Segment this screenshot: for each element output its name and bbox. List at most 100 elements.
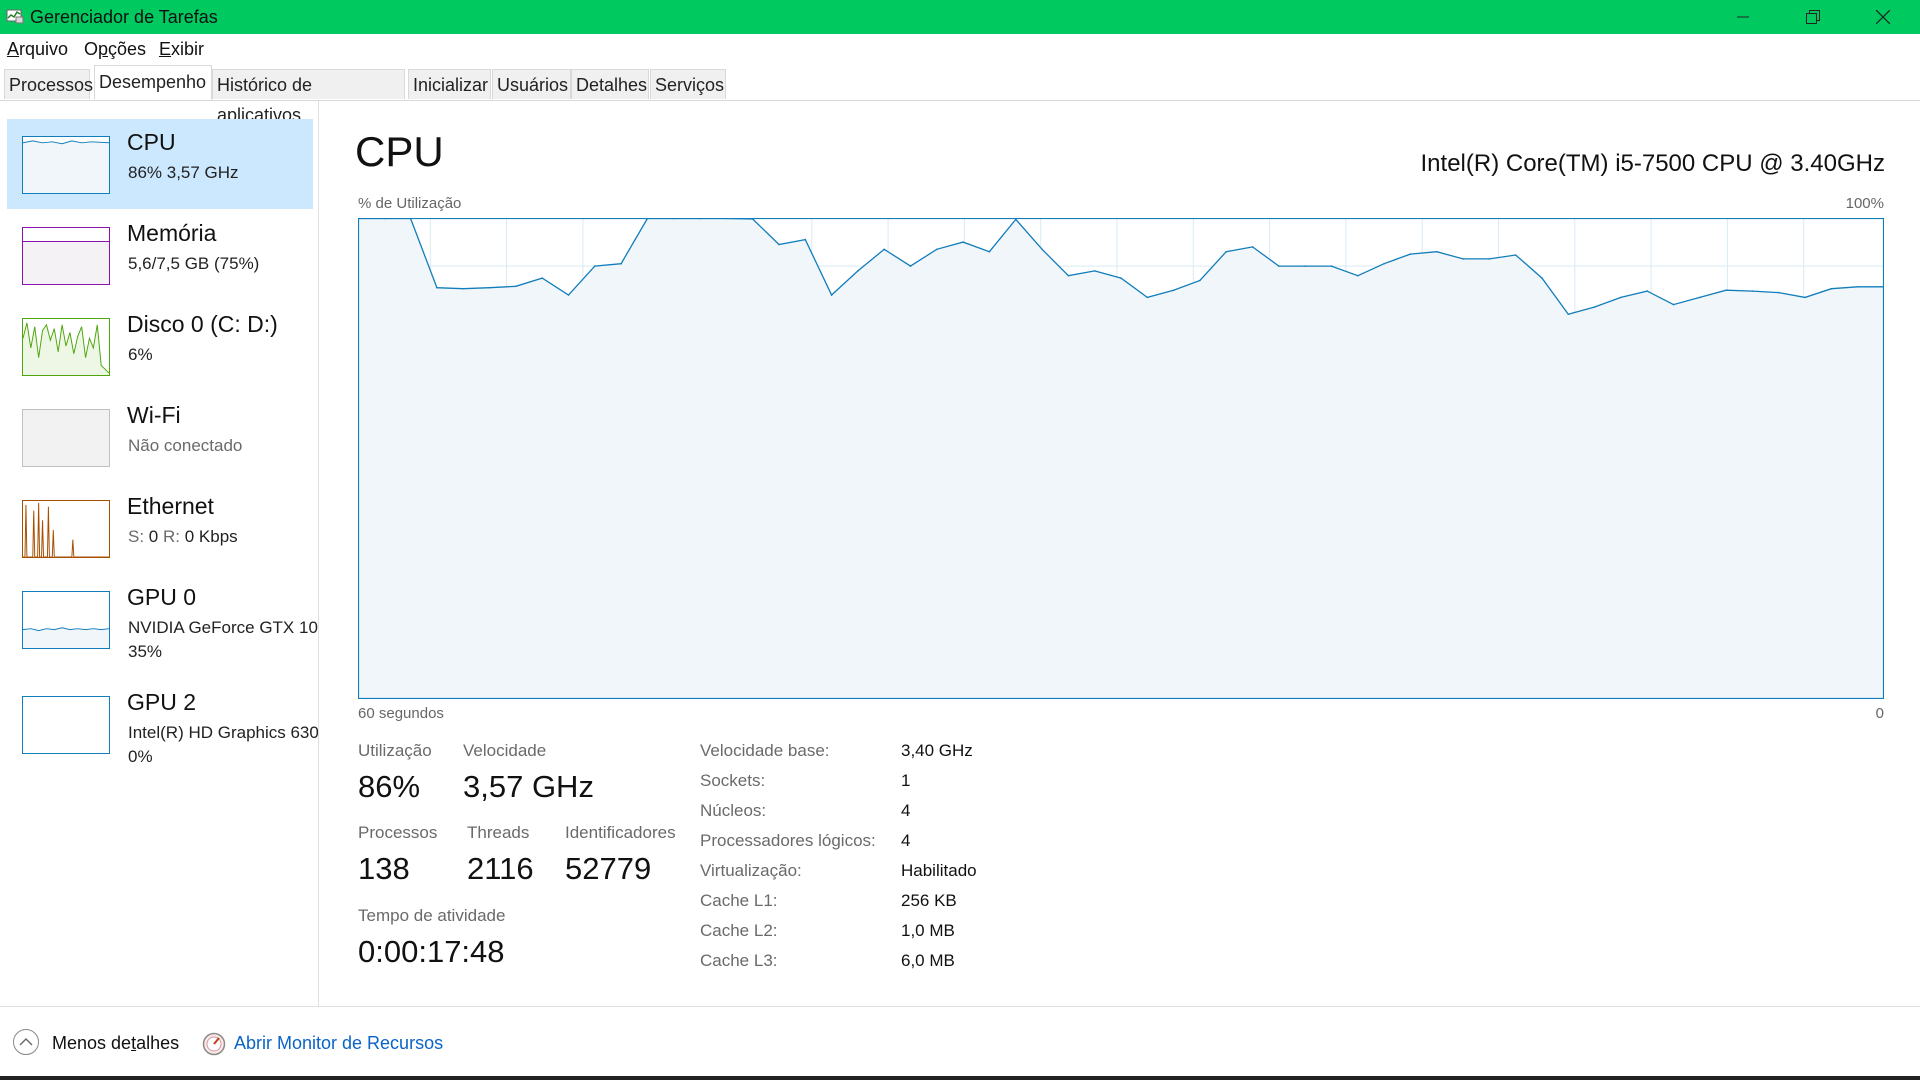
sidebar-item-label: Memória: [127, 220, 217, 246]
cpu-data-point: [909, 265, 912, 267]
cpu-data-point: [1330, 265, 1333, 267]
memory-thumbnail: [22, 227, 110, 285]
tab-desempenho[interactable]: Desempenho: [94, 65, 212, 100]
cpu-data-point: [936, 248, 938, 251]
cpu-data-point: [1251, 246, 1254, 248]
handles-label: Identificadores: [565, 823, 676, 842]
menu-arquivo[interactable]: Arquivo: [7, 39, 68, 60]
tab-bar: Processos Desempenho Histórico de aplica…: [0, 64, 1920, 125]
minimize-button[interactable]: [1708, 0, 1778, 34]
tab-inicializar[interactable]: Inicializar: [408, 69, 491, 99]
sidebar-item-label: GPU 0: [127, 584, 197, 610]
cpu-data-point: [1541, 277, 1543, 279]
cpu-data-point: [620, 262, 622, 265]
sidebar-item-wifi[interactable]: Wi-Fi Não conectado: [7, 392, 313, 482]
menu-bar: Arquivo Opções Exibir: [0, 34, 1920, 64]
processes-value: 138: [358, 851, 410, 886]
info-value-cache-l3: 6,0 MB: [901, 951, 955, 970]
receive-label: R:: [163, 527, 180, 546]
sidebar-item-label: Wi-Fi: [127, 402, 181, 428]
cpu-data-point: [1593, 306, 1596, 308]
sidebar-item-disco[interactable]: Disco 0 (C: D:) 6%: [7, 301, 313, 391]
performance-sidebar: CPU 86% 3,57 GHz Memória 5,6/7,5 GB (75%…: [0, 101, 319, 1006]
gpu2-thumbnail: [22, 696, 110, 754]
cpu-data-point: [830, 294, 833, 296]
graph-y-label: % de Utilização: [358, 195, 462, 212]
info-key-cache-l1: Cache L1:: [700, 891, 778, 910]
info-value-logical-processors: 4: [901, 831, 911, 850]
tab-servicos[interactable]: Serviços: [650, 69, 726, 99]
cpu-data-point: [1830, 287, 1833, 290]
sidebar-item-gpu0[interactable]: GPU 0 NVIDIA GeForce GTX 10 35%: [7, 574, 318, 674]
info-key-sockets: Sockets:: [700, 771, 766, 790]
cpu-data-point: [1383, 262, 1385, 265]
cpu-data-point: [1699, 296, 1701, 299]
less-details-button[interactable]: Menos detalhes: [52, 1033, 179, 1054]
tab-detalhes[interactable]: Detalhes: [571, 69, 649, 99]
cpu-data-point: [1725, 289, 1727, 291]
task-manager-icon: [6, 9, 24, 24]
cpu-model-name: Intel(R) Core(TM) i5-7500 CPU @ 3.40GHz: [1420, 150, 1885, 177]
cpu-data-point: [488, 286, 491, 289]
info-key-base-speed: Velocidade base:: [700, 741, 830, 760]
info-value-cache-l2: 1,0 MB: [901, 921, 955, 940]
sidebar-item-label: GPU 2: [127, 689, 197, 715]
menu-opcoes[interactable]: Opções: [84, 39, 146, 60]
sidebar-item-label: Ethernet: [127, 493, 214, 519]
threads-label: Threads: [467, 823, 530, 842]
open-resource-monitor-link[interactable]: Abrir Monitor de Recursos: [234, 1033, 443, 1054]
cpu-data-point: [1093, 270, 1096, 272]
cpu-data-point: [883, 248, 885, 251]
sidebar-item-value: NVIDIA GeForce GTX 10: [128, 618, 318, 637]
graph-x-label-left: 60 segundos: [358, 705, 444, 722]
cpu-data-point: [1462, 258, 1464, 260]
sidebar-item-cpu[interactable]: CPU 86% 3,57 GHz: [7, 119, 313, 209]
cpu-data-point: [1409, 253, 1412, 255]
uptime-value: 0:00:17:48: [358, 934, 505, 969]
cpu-data-point: [1488, 258, 1491, 260]
graph-x-label-right: 0: [1875, 705, 1884, 722]
title-bar: Gerenciador de Tarefas: [0, 0, 1920, 34]
send-value: 0: [148, 527, 159, 546]
restore-button[interactable]: [1778, 0, 1848, 34]
sidebar-item-value: Não conectado: [128, 436, 243, 455]
info-key-cache-l3: Cache L3:: [700, 951, 778, 970]
wifi-thumbnail: [22, 409, 110, 467]
cpu-data-point: [1357, 274, 1359, 277]
close-icon: [1876, 10, 1890, 24]
handles-value: 52779: [565, 851, 652, 886]
cpu-data-point: [1172, 289, 1175, 291]
cpu-data-point: [778, 243, 780, 246]
tab-processos[interactable]: Processos: [4, 69, 93, 99]
cpu-thumbnail: [22, 136, 110, 194]
sidebar-item-memoria[interactable]: Memória 5,6/7,5 GB (75%): [7, 210, 313, 300]
cpu-data-point: [436, 286, 438, 289]
cpu-data-point: [1199, 279, 1201, 282]
chevron-up-circle-icon[interactable]: [12, 1028, 40, 1056]
close-button[interactable]: [1848, 0, 1918, 34]
tab-historico-aplicativos[interactable]: Histórico de aplicativos: [212, 69, 405, 125]
speed-value: 3,57 GHz: [463, 769, 594, 804]
sidebar-item-value: S: 0 R: 0 Kbps: [128, 527, 238, 547]
cpu-data-point: [1646, 290, 1648, 292]
menu-exibir[interactable]: Exibir: [159, 39, 204, 60]
cpu-data-point: [1041, 248, 1043, 251]
info-value-cache-l1: 256 KB: [901, 891, 957, 910]
sidebar-item-gpu2[interactable]: GPU 2 Intel(R) HD Graphics 630 0%: [7, 679, 318, 779]
sidebar-item-percent: 0%: [128, 747, 153, 766]
sidebar-item-ethernet[interactable]: Ethernet S: 0 R: 0 Kbps: [7, 483, 313, 573]
threads-value: 2116: [467, 851, 534, 886]
utilization-label: Utilização: [358, 741, 432, 760]
cpu-data-point: [1672, 303, 1675, 306]
sidebar-item-value: 86% 3,57 GHz: [128, 163, 239, 182]
sidebar-item-value: 5,6/7,5 GB (75%): [128, 254, 260, 273]
info-value-virtualization: Habilitado: [901, 861, 977, 880]
cpu-data-point: [1435, 250, 1438, 253]
tab-usuarios[interactable]: Usuários: [492, 69, 571, 99]
info-key-logical-processors: Processadores lógicos:: [700, 831, 876, 850]
cpu-data-point: [1146, 296, 1149, 299]
info-key-virtualization: Virtualização:: [700, 861, 802, 880]
cpu-data-point: [1778, 291, 1780, 294]
sidebar-item-label: Disco 0 (C: D:): [127, 311, 278, 337]
cpu-data-point: [1278, 265, 1280, 267]
